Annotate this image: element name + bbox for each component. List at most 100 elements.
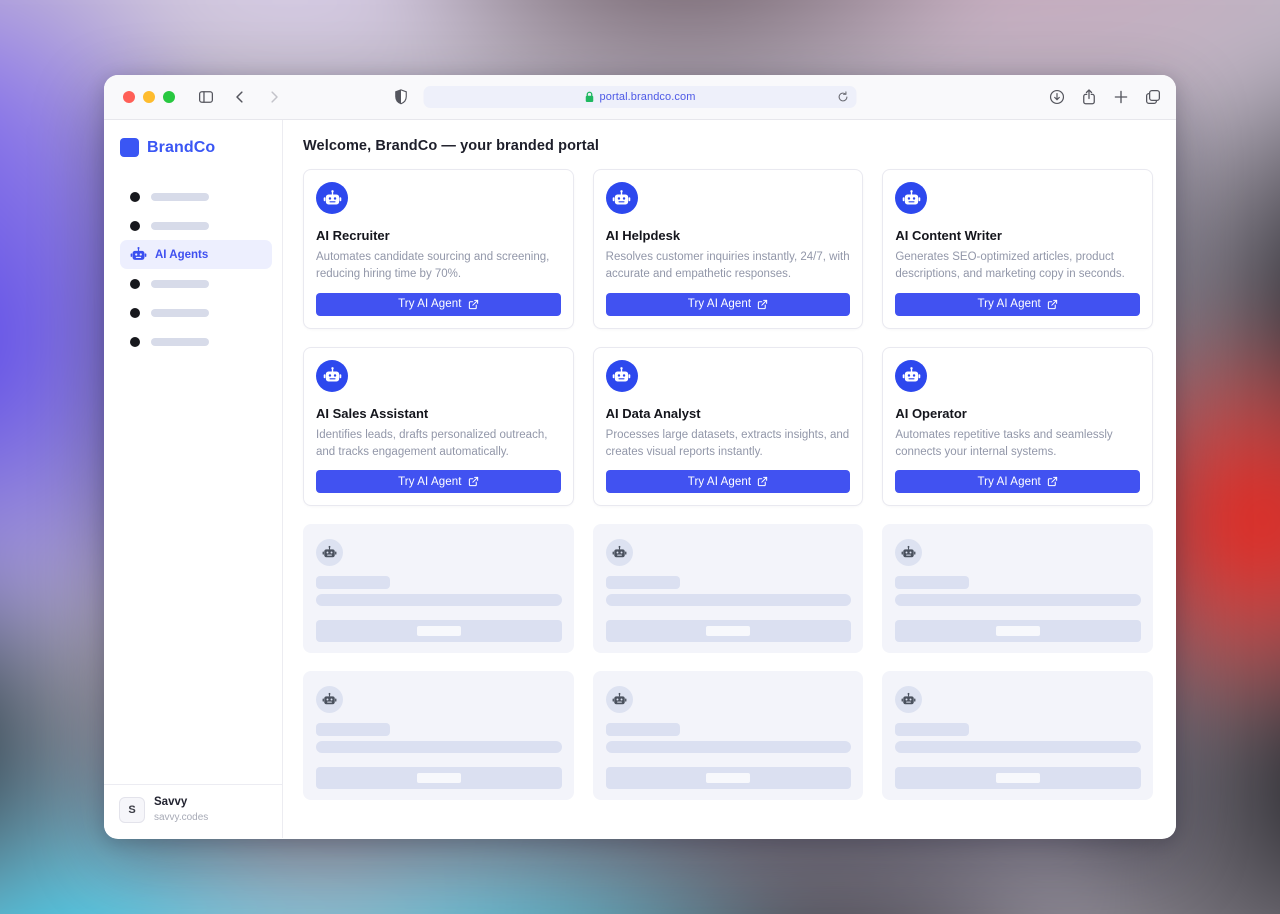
external-link-icon	[468, 476, 479, 487]
try-agent-button-label: Try AI Agent	[398, 476, 461, 488]
skeleton-title-bar	[606, 723, 680, 736]
page-title: Welcome, BrandCo — your branded portal	[303, 138, 1153, 154]
try-agent-button[interactable]: Try AI Agent	[606, 470, 851, 493]
external-link-icon	[757, 299, 768, 310]
try-agent-button[interactable]: Try AI Agent	[895, 470, 1140, 493]
try-agent-button[interactable]: Try AI Agent	[895, 293, 1140, 316]
reload-icon[interactable]	[837, 91, 850, 104]
try-agent-button-label: Try AI Agent	[688, 476, 751, 488]
agent-card-description: Generates SEO-optimized articles, produc…	[895, 249, 1140, 284]
sidebar-item-ai-agents[interactable]: AI Agents	[120, 240, 272, 269]
try-agent-button[interactable]: Try AI Agent	[316, 293, 561, 316]
agent-card-title: AI Content Writer	[895, 228, 1140, 243]
skeleton-button-bar	[316, 620, 562, 642]
skeleton-button-label-bar	[417, 626, 461, 636]
robot-icon	[316, 182, 348, 214]
user-profile[interactable]: S Savvy savvy.codes	[104, 784, 282, 838]
privacy-shield-icon[interactable]	[392, 88, 410, 106]
robot-icon	[606, 539, 633, 566]
skeleton-card	[882, 524, 1153, 653]
skeleton-button-bar	[895, 767, 1141, 789]
external-link-icon	[1047, 476, 1058, 487]
sidebar-item-placeholder[interactable]	[120, 182, 272, 211]
share-icon[interactable]	[1080, 88, 1098, 106]
back-button-icon[interactable]	[231, 88, 249, 106]
skeleton-button-label-bar	[996, 626, 1040, 636]
sidebar: BrandCo	[104, 120, 283, 838]
try-agent-button-label: Try AI Agent	[977, 476, 1040, 488]
sidebar-item-placeholder[interactable]	[120, 298, 272, 327]
skeleton-text-bar	[316, 741, 562, 753]
placeholder-label-bar	[151, 222, 209, 230]
robot-icon	[895, 539, 922, 566]
skeleton-title-bar	[895, 576, 969, 589]
agent-card: AI Data Analyst Processes large datasets…	[593, 347, 864, 507]
brand-name: BrandCo	[147, 139, 215, 157]
robot-icon	[606, 686, 633, 713]
external-link-icon	[757, 476, 768, 487]
placeholder-label-bar	[151, 193, 209, 201]
brand-logo: BrandCo	[104, 120, 282, 157]
skeleton-button-bar	[316, 767, 562, 789]
skeleton-button-bar	[606, 767, 852, 789]
try-agent-button[interactable]: Try AI Agent	[316, 470, 561, 493]
skeleton-title-bar	[895, 723, 969, 736]
skeleton-card	[593, 671, 864, 800]
close-window-button[interactable]	[123, 91, 135, 103]
agent-card-description: Processes large datasets, extracts insig…	[606, 427, 851, 462]
try-agent-button-label: Try AI Agent	[398, 298, 461, 310]
brand-mark-icon	[120, 138, 139, 157]
forward-button-icon[interactable]	[265, 88, 283, 106]
agent-card-title: AI Sales Assistant	[316, 406, 561, 421]
sidebar-nav: AI Agents	[104, 182, 282, 356]
window-controls	[123, 91, 175, 103]
browser-window: portal.brandco.com	[104, 75, 1176, 839]
robot-icon	[316, 539, 343, 566]
sidebar-toggle-icon[interactable]	[197, 88, 215, 106]
sidebar-item-placeholder[interactable]	[120, 211, 272, 240]
user-name: Savvy	[154, 796, 208, 810]
sidebar-item-placeholder[interactable]	[120, 327, 272, 356]
agent-card: AI Helpdesk Resolves customer inquiries …	[593, 169, 864, 329]
minimize-window-button[interactable]	[143, 91, 155, 103]
robot-icon	[130, 246, 147, 263]
address-bar[interactable]: portal.brandco.com	[424, 86, 857, 108]
agent-card-description: Automates repetitive tasks and seamlessl…	[895, 427, 1140, 462]
main-content: Welcome, BrandCo — your branded portal A…	[283, 120, 1176, 838]
agent-card-description: Identifies leads, drafts personalized ou…	[316, 427, 561, 462]
skeleton-card	[882, 671, 1153, 800]
sidebar-item-placeholder[interactable]	[120, 269, 272, 298]
skeleton-button-label-bar	[706, 626, 750, 636]
placeholder-dot-icon	[130, 279, 140, 289]
try-agent-button-label: Try AI Agent	[688, 298, 751, 310]
skeleton-title-bar	[316, 723, 390, 736]
lock-icon	[585, 91, 595, 103]
zoom-window-button[interactable]	[163, 91, 175, 103]
new-tab-icon[interactable]	[1112, 88, 1130, 106]
user-subtitle: savvy.codes	[154, 812, 208, 823]
skeleton-text-bar	[895, 594, 1141, 606]
skeleton-button-label-bar	[706, 773, 750, 783]
downloads-icon[interactable]	[1048, 88, 1066, 106]
external-link-icon	[468, 299, 479, 310]
try-agent-button[interactable]: Try AI Agent	[606, 293, 851, 316]
sidebar-item-label: AI Agents	[155, 249, 208, 261]
skeleton-card	[303, 524, 574, 653]
placeholder-label-bar	[151, 280, 209, 288]
placeholder-label-bar	[151, 309, 209, 317]
agent-card: AI Recruiter Automates candidate sourcin…	[303, 169, 574, 329]
skeleton-card	[303, 671, 574, 800]
agent-card-title: AI Operator	[895, 406, 1140, 421]
placeholder-label-bar	[151, 338, 209, 346]
agent-card-title: AI Helpdesk	[606, 228, 851, 243]
robot-icon	[606, 182, 638, 214]
robot-icon	[606, 360, 638, 392]
agent-card-grid: AI Recruiter Automates candidate sourcin…	[303, 169, 1153, 800]
skeleton-button-bar	[606, 620, 852, 642]
agent-card-title: AI Data Analyst	[606, 406, 851, 421]
try-agent-button-label: Try AI Agent	[977, 298, 1040, 310]
skeleton-button-label-bar	[996, 773, 1040, 783]
tab-overview-icon[interactable]	[1144, 88, 1162, 106]
skeleton-button-bar	[895, 620, 1141, 642]
agent-card: AI Content Writer Generates SEO-optimize…	[882, 169, 1153, 329]
